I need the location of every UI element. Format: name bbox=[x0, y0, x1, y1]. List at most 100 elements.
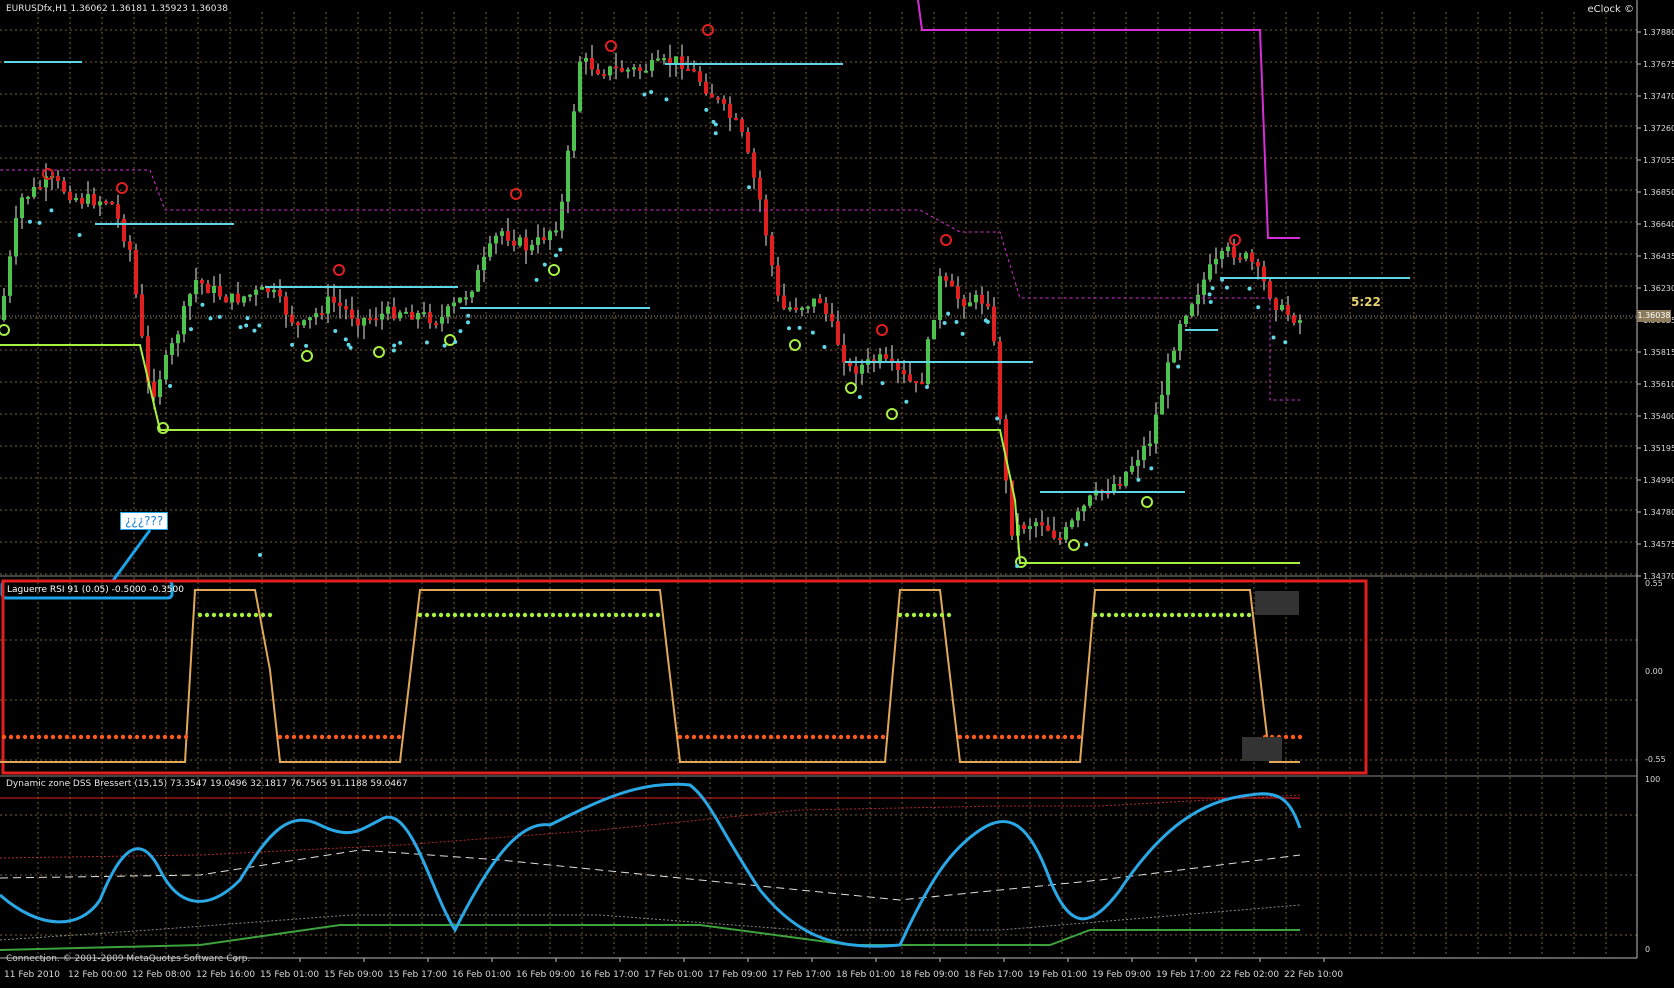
laguerre-high-dot bbox=[904, 612, 910, 618]
fractal-high-marker bbox=[940, 234, 952, 246]
bull-candle bbox=[452, 302, 456, 307]
bear-candle bbox=[38, 186, 42, 189]
bull-candle bbox=[176, 334, 180, 344]
signal-dot bbox=[252, 328, 257, 333]
bear-candle bbox=[140, 294, 144, 337]
bear-candle bbox=[956, 286, 960, 299]
signal-dot bbox=[1015, 564, 1020, 569]
laguerre-low-dot bbox=[71, 734, 77, 740]
price-tick-label: 1.36435 bbox=[1643, 252, 1674, 261]
laguerre-high-dot bbox=[648, 612, 654, 618]
price-tick-label: 1.37470 bbox=[1643, 92, 1674, 101]
bear-candle bbox=[758, 177, 762, 200]
bear-candle bbox=[1268, 281, 1272, 299]
signal-dot bbox=[27, 219, 32, 224]
bear-candle bbox=[122, 218, 126, 242]
laguerre-high-dot bbox=[267, 612, 273, 618]
bear-candle bbox=[740, 119, 744, 133]
bull-candle bbox=[98, 201, 102, 206]
dss-panel-title: Dynamic zone DSS Bressert (15,15) 73.354… bbox=[6, 779, 408, 789]
laguerre-high-dot bbox=[260, 612, 266, 618]
laguerre-low-dot bbox=[684, 734, 690, 740]
laguerre-low-dot bbox=[1283, 734, 1289, 740]
laguerre-low-dot bbox=[761, 734, 767, 740]
bull-candle bbox=[194, 279, 198, 295]
signal-dot bbox=[1136, 477, 1141, 482]
dss-upper-zone bbox=[0, 794, 1301, 859]
laguerre-low-dot bbox=[824, 734, 830, 740]
bear-candle bbox=[116, 204, 120, 219]
laguerre-high-dot bbox=[1225, 612, 1231, 618]
laguerre-high-dot bbox=[613, 612, 619, 618]
bear-candle bbox=[224, 296, 228, 303]
trading-chart-window[interactable]: 1.37880 1.37675 1.37470 1.37260 1.37055 1.368… bbox=[0, 0, 1674, 984]
bear-candle bbox=[980, 294, 984, 304]
laguerre-high-dot bbox=[1169, 612, 1175, 618]
bear-candle bbox=[56, 176, 60, 181]
bull-candle bbox=[446, 306, 450, 317]
bear-candle bbox=[722, 98, 726, 104]
price-tick-label: 1.35815 bbox=[1643, 348, 1674, 357]
laguerre-high-dot bbox=[1232, 612, 1238, 618]
laguerre-low-dot bbox=[1, 734, 7, 740]
laguerre-low-dot bbox=[789, 734, 795, 740]
signal-dot bbox=[786, 326, 791, 331]
signal-dot bbox=[208, 316, 213, 321]
laguerre-high-dot bbox=[197, 612, 203, 618]
signal-dot bbox=[333, 328, 338, 333]
bull-candle bbox=[662, 58, 666, 61]
bear-candle bbox=[692, 68, 696, 72]
bear-candle bbox=[914, 381, 918, 384]
laguerre-high-dot bbox=[550, 612, 556, 618]
signal-dot bbox=[245, 316, 250, 321]
laguerre-low-dot bbox=[312, 734, 318, 740]
laguerre-low-dot bbox=[43, 734, 49, 740]
laguerre-low-dot bbox=[677, 734, 683, 740]
bear-candle bbox=[506, 231, 510, 241]
bull-candle bbox=[1028, 526, 1032, 529]
laguerre-high-dot bbox=[1211, 612, 1217, 618]
laguerre-low-dot bbox=[1041, 734, 1047, 740]
bull-candle bbox=[932, 319, 936, 340]
bear-candle bbox=[764, 199, 768, 236]
fractal-low-marker bbox=[1141, 496, 1153, 508]
bull-candle bbox=[20, 197, 24, 219]
bull-candle bbox=[8, 256, 12, 296]
chart-canvas[interactable]: 1.37880 1.37675 1.37470 1.37260 1.37055 1.368… bbox=[0, 0, 1674, 984]
bear-candle bbox=[1040, 522, 1044, 526]
bear-candle bbox=[1118, 484, 1122, 487]
laguerre-low-dot bbox=[992, 734, 998, 740]
fractal-low-marker bbox=[548, 264, 560, 276]
bear-candle bbox=[1046, 525, 1050, 531]
bull-candle bbox=[482, 256, 486, 271]
signal-dot bbox=[1207, 292, 1212, 297]
bull-candle bbox=[272, 289, 276, 293]
laguerre-low-dot bbox=[838, 734, 844, 740]
bull-candle bbox=[212, 286, 216, 293]
time-axis-label: 12 Feb 16:00 bbox=[196, 970, 255, 980]
bear-candle bbox=[1250, 252, 1254, 262]
bull-candle bbox=[530, 244, 534, 251]
laguerre-high-dot bbox=[522, 612, 528, 618]
bull-candle bbox=[380, 313, 384, 320]
bear-candle bbox=[1256, 261, 1260, 267]
laguerre-low-dot bbox=[880, 734, 886, 740]
bar-timer: 5:22 bbox=[1351, 295, 1381, 309]
bull-candle bbox=[938, 276, 942, 320]
laguerre-high-dot bbox=[620, 612, 626, 618]
signal-dot bbox=[942, 320, 947, 325]
bull-candle bbox=[1142, 445, 1146, 461]
laguerre-low-dot bbox=[796, 734, 802, 740]
price-tick-label: 1.37675 bbox=[1643, 60, 1674, 69]
laguerre-low-dot bbox=[985, 734, 991, 740]
bear-candle bbox=[92, 194, 96, 206]
laguerre-high-dot bbox=[204, 612, 210, 618]
price-candles bbox=[2, 44, 1302, 550]
time-axis-label: 17 Feb 01:00 bbox=[644, 970, 703, 980]
laguerre-high-dot bbox=[473, 612, 479, 618]
bull-candle bbox=[1148, 443, 1152, 446]
laguerre-low-dot bbox=[29, 734, 35, 740]
bear-candle bbox=[680, 56, 684, 69]
bear-candle bbox=[590, 57, 594, 70]
laguerre-high-dot bbox=[529, 612, 535, 618]
